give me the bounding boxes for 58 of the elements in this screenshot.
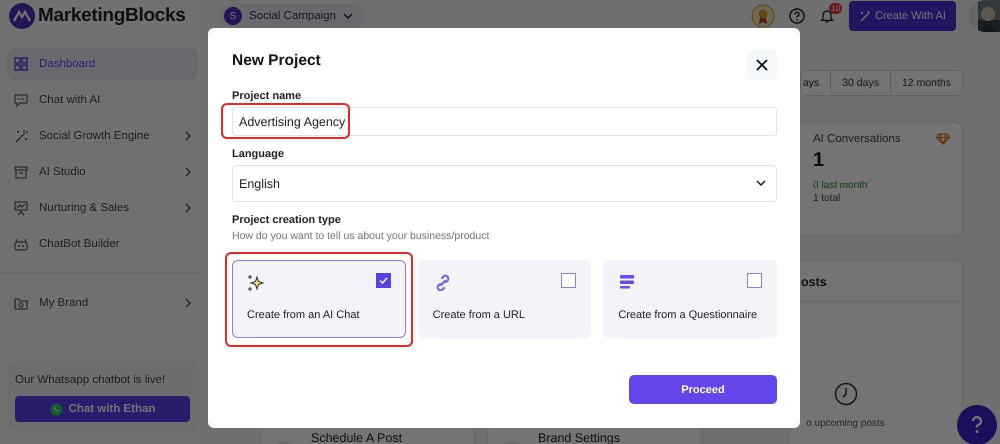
sidebar-item[interactable]: Nurturing & Sales [7,192,198,224]
range-tab[interactable]: 30 days [830,71,890,95]
promo-text: Our Whatsapp chatbot is live! [15,374,166,386]
stat-value: 1 [813,149,826,172]
option-card[interactable]: Create from a Questionnaire [603,260,777,338]
checkbox[interactable] [561,273,576,288]
sidebar-item[interactable]: AI Studio [7,156,198,188]
checkbox[interactable] [376,273,391,288]
clock-icon [834,382,858,406]
list-icon [618,273,636,291]
sidebar-item[interactable]: My Brand [7,287,198,319]
create-with-ai-button[interactable]: Create With AI [849,1,956,31]
robot-icon [13,236,29,252]
field-label: Project creation type [232,214,342,226]
chevron-down-icon [756,180,766,187]
range-tab[interactable]: ays [800,71,830,95]
magic-wand-icon [859,10,872,22]
question-mark-icon [971,416,983,434]
field-label: Language [232,148,285,160]
sparkles-icon [247,273,265,291]
sidebar-item[interactable]: Dashboard [7,48,198,80]
magic-wand-icon [13,128,29,144]
notification-badge: 10 [829,3,842,14]
stat-total: 1 total [813,193,842,204]
presentation-board-icon [13,200,29,216]
range-tab[interactable]: 12 months [890,71,962,95]
app-logo-text: MarketingBlocks [38,5,186,27]
chevron-down-icon [342,12,353,20]
field-hint: How do you want to tell us about your business/product [232,230,490,242]
option-card[interactable]: Create from an AI Chat [232,260,406,338]
language-dropdown[interactable]: English [232,165,777,202]
chat-button[interactable]: Chat with Ethan [15,396,190,422]
diamond-icon [936,133,950,145]
workspace-avatar: S [224,7,242,25]
help-icon [789,8,806,24]
medal-icon [751,4,776,28]
dialog-title: New Project [232,52,321,70]
workspace-selector[interactable]: S Social Campaign [220,4,365,28]
check-icon [378,277,388,284]
logo-icon [9,3,35,29]
close-icon [756,59,768,71]
stat-title: AI Conversations [813,133,901,145]
sidebar-item[interactable]: Social Growth Engine [7,120,198,152]
close-button[interactable] [747,50,777,80]
project-name-field[interactable]: Advertising Agency [232,107,777,136]
option-card[interactable]: Create from a URL [418,260,592,338]
whatsapp-icon [50,402,63,416]
checkbox[interactable] [747,273,762,288]
sidebar-item[interactable]: Chat with AI [7,84,198,116]
grid-icon [13,56,29,72]
proceed-button[interactable]: Proceed [629,375,777,404]
sidebar-item[interactable]: ChatBot Builder [7,228,198,260]
archive-box-icon [13,164,29,180]
stat-change: 0 last month [813,180,868,191]
chat-bubble-icon [13,92,29,108]
field-label: Project name [232,90,302,102]
empty-state-text: o upcoming posts [806,418,885,429]
help-chat-button[interactable] [957,405,997,444]
